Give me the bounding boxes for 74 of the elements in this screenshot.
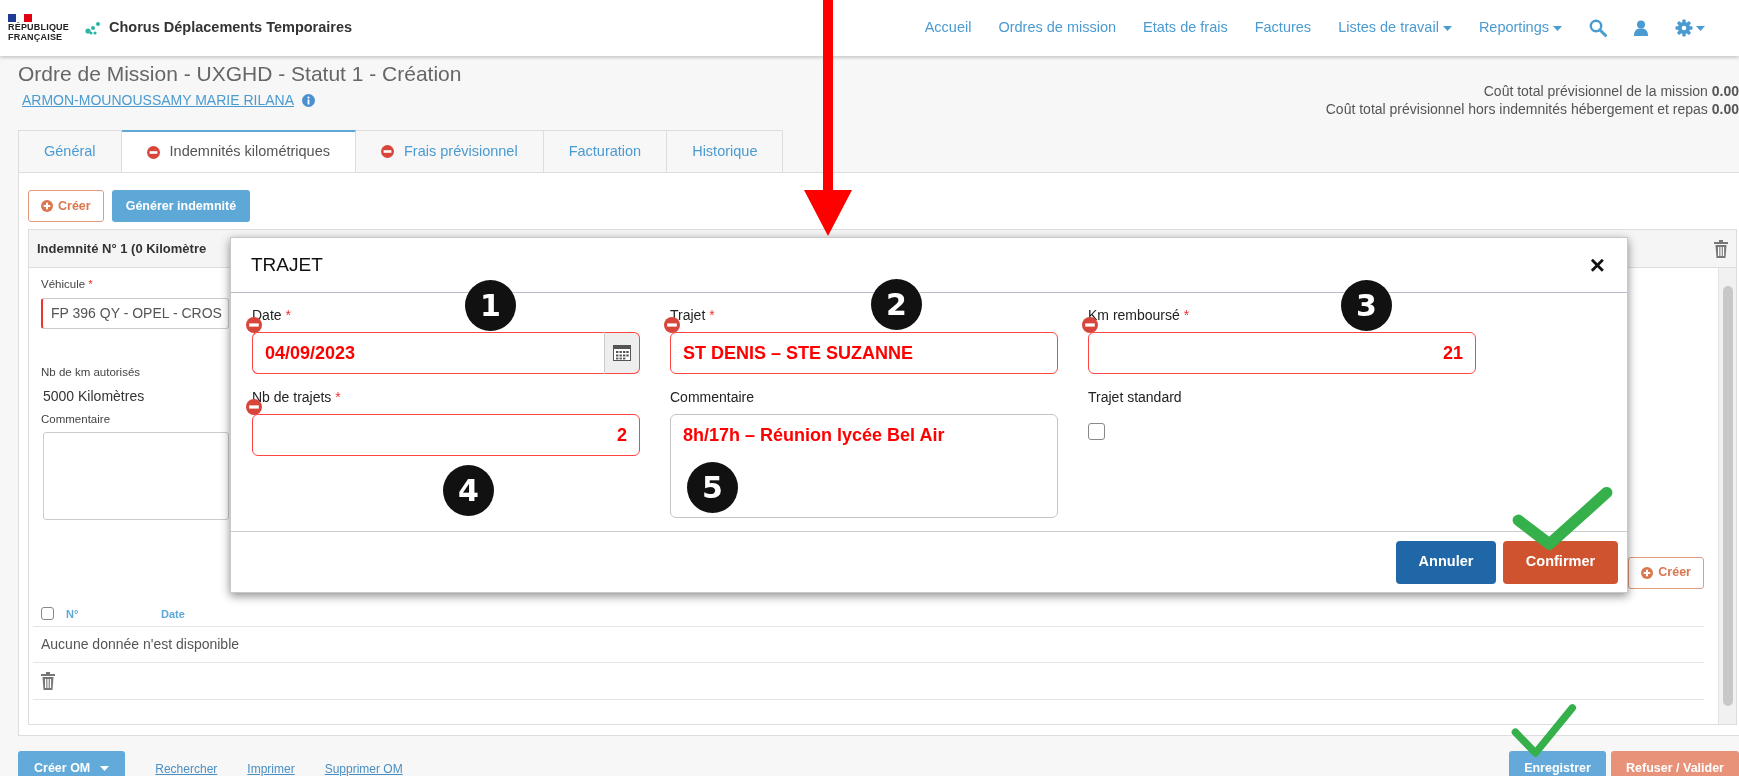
field-label: Trajet standard [1088, 388, 1182, 407]
generate-button[interactable]: Générer indemnité [111, 190, 251, 222]
info-icon [302, 94, 315, 108]
create-button[interactable]: Créer [1628, 556, 1704, 589]
tab[interactable]: Général [18, 130, 122, 172]
input-field[interactable]: 21 [1088, 332, 1476, 374]
reject-button[interactable]: Refuser / Valider [1611, 751, 1739, 776]
settings-icon[interactable] [1675, 19, 1705, 37]
caret-icon [100, 765, 110, 771]
field-label: Véhicule * [40, 277, 93, 292]
confirm-button[interactable]: Confirmer [1503, 540, 1618, 584]
field-label: Nb de km autorisés [40, 365, 141, 381]
field-label: Trajet * [670, 306, 715, 325]
nav-link[interactable]: Reportings [1478, 17, 1562, 39]
column-header[interactable]: N° [66, 605, 161, 622]
scrollbar[interactable] [1718, 268, 1736, 724]
save-button[interactable]: Enregistrer [1509, 751, 1606, 776]
date-field[interactable]: 04/09/2023 [252, 332, 604, 374]
plus-circle-icon [1641, 566, 1654, 579]
trash-icon[interactable] [41, 671, 55, 690]
page-title: Ordre de Mission - UXGHD - Statut 1 - Création [18, 61, 462, 87]
caret-icon [1442, 25, 1452, 31]
cancel-button[interactable]: Annuler [1396, 540, 1496, 584]
dialog-title: TRAJET [251, 252, 323, 277]
comment-field[interactable] [43, 431, 229, 520]
search-icon[interactable] [1589, 19, 1607, 37]
cost-text: Coût total prévisionnel de la mission 0.00 [1482, 82, 1739, 100]
nav-link[interactable]: Factures [1254, 17, 1312, 39]
person-link[interactable]: ARMON-MOUNOUSSAMY MARIE RILANA [22, 90, 294, 112]
tab[interactable]: Facturation [543, 130, 668, 172]
vehicle-select[interactable]: FP 396 QY - OPEL - CROS [41, 298, 229, 330]
tab[interactable]: Indemnités kilométriques [121, 130, 356, 172]
step-number: 1 [465, 280, 516, 331]
caret-icon [1553, 25, 1562, 31]
step-number: 4 [443, 465, 494, 516]
tab[interactable]: Frais prévisionnel [356, 130, 544, 172]
field-label: Commentaire [670, 388, 755, 407]
user-icon[interactable] [1634, 20, 1648, 36]
footer-link[interactable]: Rechercher [155, 760, 218, 776]
flag-icon [8, 14, 34, 22]
cost-text: Coût total prévisionnel hors indemnités hébergement et repas 0.00 [1325, 100, 1739, 118]
logo-text: RÉPUBLIQUE [8, 23, 69, 32]
step-number: 2 [871, 279, 922, 330]
input-field[interactable]: ST DENIS – STE SUZANNE [670, 332, 1058, 374]
dots-logo-icon [85, 22, 100, 35]
nav-link[interactable]: Accueil [924, 17, 972, 39]
nav-link[interactable]: Listes de travail [1338, 17, 1452, 39]
nav-link[interactable]: Ordres de mission [998, 17, 1117, 39]
card-title: Indemnité N° 1 (0 Kilomètre [37, 239, 207, 258]
create-om-button[interactable]: Créer OM [18, 751, 126, 776]
nav-link[interactable]: Etats de frais [1143, 17, 1228, 39]
logo-text: FRANÇAISE [8, 33, 64, 42]
error-icon [381, 145, 394, 158]
column-header[interactable]: Date [161, 605, 241, 622]
tab[interactable]: Historique [667, 130, 784, 172]
field-label: Nb de trajets * [252, 388, 341, 407]
error-icon [146, 145, 160, 159]
close-button[interactable]: × [1589, 252, 1605, 278]
footer-link[interactable]: Imprimer [247, 760, 295, 776]
field-label: Commentaire [40, 411, 111, 427]
calendar-button[interactable] [604, 332, 640, 374]
footer-link[interactable]: Supprimer OM [324, 760, 403, 776]
create-button[interactable]: Créer [28, 190, 104, 222]
calendar-icon [613, 345, 631, 361]
input-field[interactable]: 2 [252, 414, 640, 456]
empty-message: Aucune donnée n'est disponible [41, 634, 240, 654]
app-name: Chorus Déplacements Temporaires [109, 18, 353, 38]
plus-circle-icon [41, 200, 53, 212]
checkbox[interactable] [1088, 423, 1105, 440]
field-value: 5000 Kilomètres [42, 386, 145, 406]
step-number: 3 [1341, 280, 1392, 331]
field-label: Km remboursé * [1088, 306, 1190, 325]
trash-icon[interactable] [1714, 239, 1728, 258]
select-all-checkbox[interactable] [41, 607, 54, 621]
